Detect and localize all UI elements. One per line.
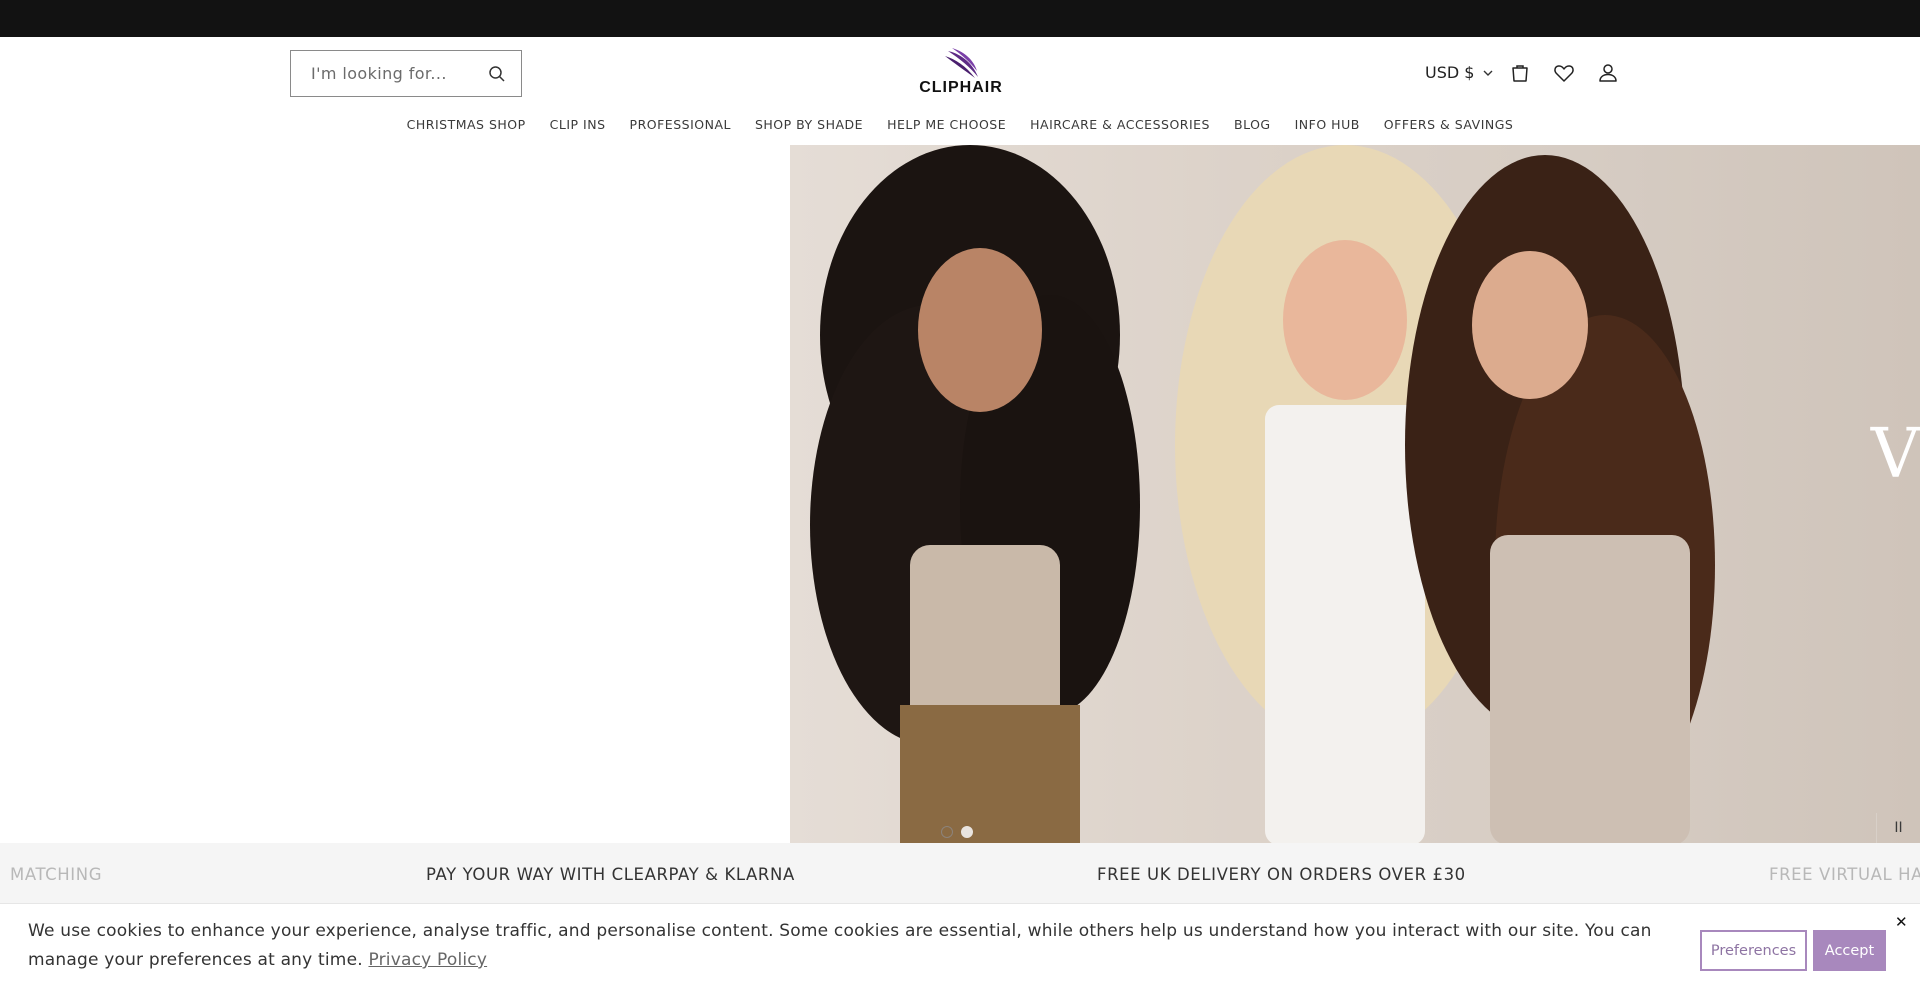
nav-item-shop-by-shade[interactable]: SHOP BY SHADE bbox=[755, 117, 863, 145]
brand-logo[interactable]: CLIPHAIR bbox=[918, 47, 1004, 102]
announcement-bar bbox=[0, 0, 1920, 37]
nav-item-professional[interactable]: PROFESSIONAL bbox=[630, 117, 731, 145]
hero-heading-fragment: V bbox=[1870, 415, 1920, 494]
hero-image bbox=[810, 145, 1715, 843]
slideshow-dots bbox=[941, 826, 973, 838]
account-icon[interactable] bbox=[1596, 61, 1620, 85]
nav-item-christmas-shop[interactable]: CHRISTMAS SHOP bbox=[407, 117, 526, 145]
currency-selector[interactable]: USD $ bbox=[1425, 63, 1494, 82]
hero-slideshow[interactable]: V II bbox=[790, 145, 1920, 843]
chevron-down-icon bbox=[1483, 70, 1493, 76]
cookie-preferences-button[interactable]: Preferences bbox=[1700, 930, 1807, 971]
cookie-banner: We use cookies to enhance your experienc… bbox=[0, 903, 1920, 993]
slide-dot-2[interactable] bbox=[961, 826, 973, 838]
cart-icon[interactable] bbox=[1508, 61, 1532, 85]
marquee-item: PAY YOUR WAY WITH CLEARPAY & KLARNA bbox=[426, 865, 795, 884]
marquee-item: FREE UK DELIVERY ON ORDERS OVER £30 bbox=[1097, 865, 1466, 884]
nav-item-clip-ins[interactable]: CLIP INS bbox=[550, 117, 606, 145]
nav-item-info-hub[interactable]: INFO HUB bbox=[1295, 117, 1360, 145]
search-icon[interactable] bbox=[487, 64, 507, 84]
privacy-policy-link[interactable]: Privacy Policy bbox=[368, 950, 487, 970]
nav-item-help-me-choose[interactable]: HELP ME CHOOSE bbox=[887, 117, 1006, 145]
nav-item-haircare-accessories[interactable]: HAIRCARE & ACCESSORIES bbox=[1030, 117, 1210, 145]
currency-label: USD $ bbox=[1425, 63, 1475, 82]
slideshow-pause-button[interactable]: II bbox=[1876, 813, 1920, 843]
marquee-item: MATCHING bbox=[10, 865, 103, 884]
marquee-item: FREE VIRTUAL HA bbox=[1769, 865, 1920, 884]
search-box[interactable] bbox=[290, 50, 522, 97]
nav-item-offers-savings[interactable]: OFFERS & SAVINGS bbox=[1384, 117, 1514, 145]
search-input[interactable] bbox=[311, 64, 481, 83]
close-icon[interactable]: ✕ bbox=[1895, 913, 1908, 931]
usp-marquee: MATCHING PAY YOUR WAY WITH CLEARPAY & KL… bbox=[0, 843, 1920, 903]
pause-icon: II bbox=[1894, 820, 1903, 836]
site-header: CLIPHAIR USD $ CHRISTMAS SHOP CLIP INS P… bbox=[0, 37, 1920, 145]
heart-icon[interactable] bbox=[1552, 61, 1576, 85]
cookie-message: We use cookies to enhance your experienc… bbox=[28, 917, 1668, 975]
cookie-accept-button[interactable]: Accept bbox=[1813, 930, 1886, 971]
slide-dot-1[interactable] bbox=[941, 826, 953, 838]
main-navigation: CHRISTMAS SHOP CLIP INS PROFESSIONAL SHO… bbox=[0, 117, 1920, 145]
cookie-message-text: We use cookies to enhance your experienc… bbox=[28, 921, 1652, 970]
logo-text: CLIPHAIR bbox=[919, 79, 1003, 96]
logo-feather-icon bbox=[945, 48, 978, 78]
nav-item-blog[interactable]: BLOG bbox=[1234, 117, 1271, 145]
